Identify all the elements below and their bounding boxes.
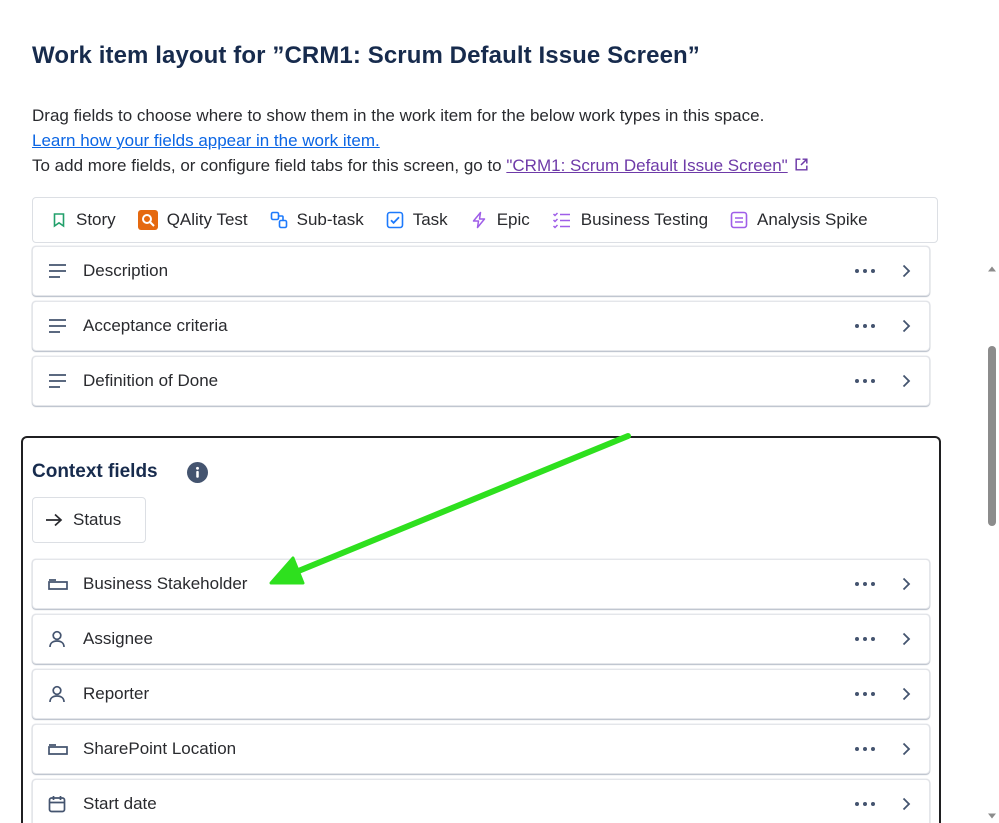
arrow-right-icon xyxy=(46,513,63,527)
page-title: Work item layout for ”CRM1: Scrum Defaul… xyxy=(32,42,700,69)
work-type-sub-task[interactable]: Sub-task xyxy=(270,210,364,230)
work-type-task[interactable]: Task xyxy=(386,210,448,230)
work-type-label: Task xyxy=(412,210,448,229)
chevron-right-icon[interactable] xyxy=(901,374,911,388)
field-label: Acceptance criteria xyxy=(83,316,228,335)
chevron-right-icon[interactable] xyxy=(901,632,911,646)
work-type-label: Sub-task xyxy=(296,210,364,229)
field-label: Description xyxy=(83,261,169,280)
page-description: Drag fields to choose where to show them… xyxy=(32,103,810,180)
more-actions-button[interactable] xyxy=(855,637,875,641)
text-lines-icon xyxy=(48,318,68,334)
chevron-right-icon[interactable] xyxy=(901,742,911,756)
field-row-definition-of-done[interactable]: Definition of Done xyxy=(32,356,930,406)
chevron-right-icon[interactable] xyxy=(901,319,911,333)
field-row-business-stakeholder[interactable]: Business Stakeholder xyxy=(32,559,930,609)
work-type-label: Analysis Spike xyxy=(757,210,868,229)
work-type-label: Story xyxy=(76,210,116,229)
folder-field-icon xyxy=(48,577,68,591)
task-icon xyxy=(386,211,404,229)
work-type-analysis-spike[interactable]: Analysis Spike xyxy=(730,210,868,230)
page-icon xyxy=(730,211,748,229)
field-label: Start date xyxy=(83,794,157,813)
work-type-label: Epic xyxy=(496,210,530,229)
calendar-icon xyxy=(48,795,66,813)
field-label: Definition of Done xyxy=(83,371,219,390)
person-icon xyxy=(48,630,66,648)
subtask-icon xyxy=(270,211,287,229)
more-actions-button[interactable] xyxy=(855,582,875,586)
work-type-qality-test[interactable]: QAlity Test xyxy=(137,210,248,230)
more-actions-button[interactable] xyxy=(855,747,875,751)
work-type-story[interactable]: Story xyxy=(51,210,116,230)
vertical-scrollbar[interactable] xyxy=(985,262,999,823)
checklist-icon xyxy=(552,212,570,229)
more-actions-button[interactable] xyxy=(855,692,875,696)
field-row-reporter[interactable]: Reporter xyxy=(32,669,930,719)
scroll-down-icon[interactable] xyxy=(987,811,997,821)
work-type-label: Business Testing xyxy=(580,210,709,229)
qality-test-icon xyxy=(137,210,158,230)
field-row-sharepoint-location[interactable]: SharePoint Location xyxy=(32,724,930,774)
more-actions-button[interactable] xyxy=(855,379,875,383)
chevron-right-icon[interactable] xyxy=(901,797,911,811)
folder-field-icon xyxy=(48,742,68,756)
chevron-right-icon[interactable] xyxy=(901,687,911,701)
work-type-label: QAlity Test xyxy=(166,210,248,229)
person-icon xyxy=(48,685,66,703)
work-type-tabs: Story QAlity Test Sub-task Task Epic Bus… xyxy=(32,197,938,243)
more-actions-button[interactable] xyxy=(855,324,875,328)
chevron-right-icon[interactable] xyxy=(901,264,911,278)
field-label: Business Stakeholder xyxy=(83,574,248,593)
description-line: To add more fields, or configure field t… xyxy=(32,156,507,175)
scrollbar-thumb[interactable] xyxy=(988,346,996,526)
field-label: Assignee xyxy=(83,629,153,648)
field-label: SharePoint Location xyxy=(83,739,237,758)
layout-scroll-area: Description Acceptance criteria Definiti… xyxy=(0,245,985,823)
epic-icon xyxy=(472,211,485,229)
learn-more-link[interactable]: Learn how your fields appear in the work… xyxy=(32,131,380,150)
context-fields-title: Context fields xyxy=(32,461,158,482)
field-row-description[interactable]: Description xyxy=(32,246,930,296)
field-row-acceptance-criteria[interactable]: Acceptance criteria xyxy=(32,301,930,351)
work-type-business-testing[interactable]: Business Testing xyxy=(552,210,708,230)
screen-config-link[interactable]: "CRM1: Scrum Default Issue Screen" xyxy=(506,156,787,175)
status-label: Status xyxy=(73,510,122,529)
field-label: Reporter xyxy=(83,684,150,703)
status-field-chip[interactable]: Status xyxy=(32,497,146,543)
scroll-up-icon[interactable] xyxy=(987,264,997,274)
more-actions-button[interactable] xyxy=(855,269,875,273)
work-type-epic[interactable]: Epic xyxy=(470,210,530,230)
chevron-right-icon[interactable] xyxy=(901,577,911,591)
text-lines-icon xyxy=(48,263,68,279)
external-link-icon[interactable] xyxy=(793,155,810,180)
more-actions-button[interactable] xyxy=(855,802,875,806)
field-row-assignee[interactable]: Assignee xyxy=(32,614,930,664)
info-icon[interactable] xyxy=(187,462,208,488)
story-icon xyxy=(53,213,65,228)
text-lines-icon xyxy=(48,373,68,389)
description-line: Drag fields to choose where to show them… xyxy=(32,106,765,125)
field-row-start-date[interactable]: Start date xyxy=(32,779,930,823)
